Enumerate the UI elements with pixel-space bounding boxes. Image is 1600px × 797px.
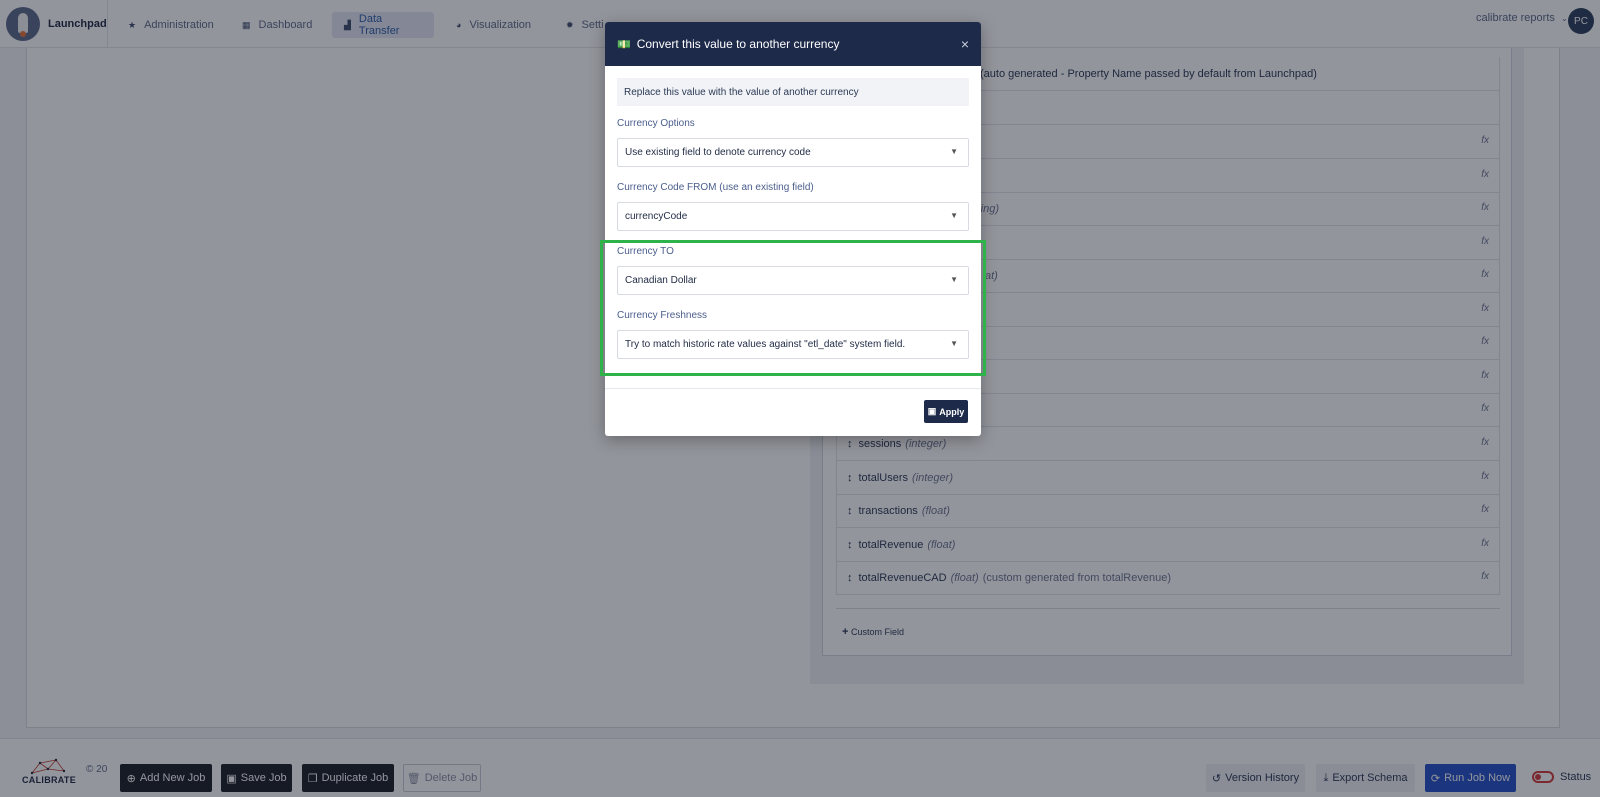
currency-code-from-label: Currency Code FROM (use an existing fiel…	[617, 182, 814, 193]
info-box: Replace this value with the value of ano…	[617, 78, 969, 106]
currency-options-value: Use existing field to denote currency co…	[625, 147, 811, 158]
currency-code-from-value: currencyCode	[625, 211, 688, 222]
modal-title: Convert this value to another currency	[636, 37, 840, 51]
apply-button[interactable]: ▣ Apply	[924, 400, 968, 423]
caret-down-icon: ▼	[950, 211, 958, 220]
highlight-box	[600, 240, 986, 376]
currency-options-select[interactable]: Use existing field to denote currency co…	[617, 138, 969, 167]
apply-label: Apply	[939, 406, 965, 417]
money-icon: 💵	[617, 38, 631, 51]
divider	[605, 388, 981, 389]
close-icon[interactable]: ×	[961, 36, 969, 52]
save-icon: ▣	[927, 406, 937, 416]
currency-code-from-select[interactable]: currencyCode ▼	[617, 202, 969, 231]
caret-down-icon: ▼	[950, 147, 958, 156]
modal-header: 💵 Convert this value to another currency…	[605, 22, 981, 66]
currency-options-label: Currency Options	[617, 118, 695, 129]
